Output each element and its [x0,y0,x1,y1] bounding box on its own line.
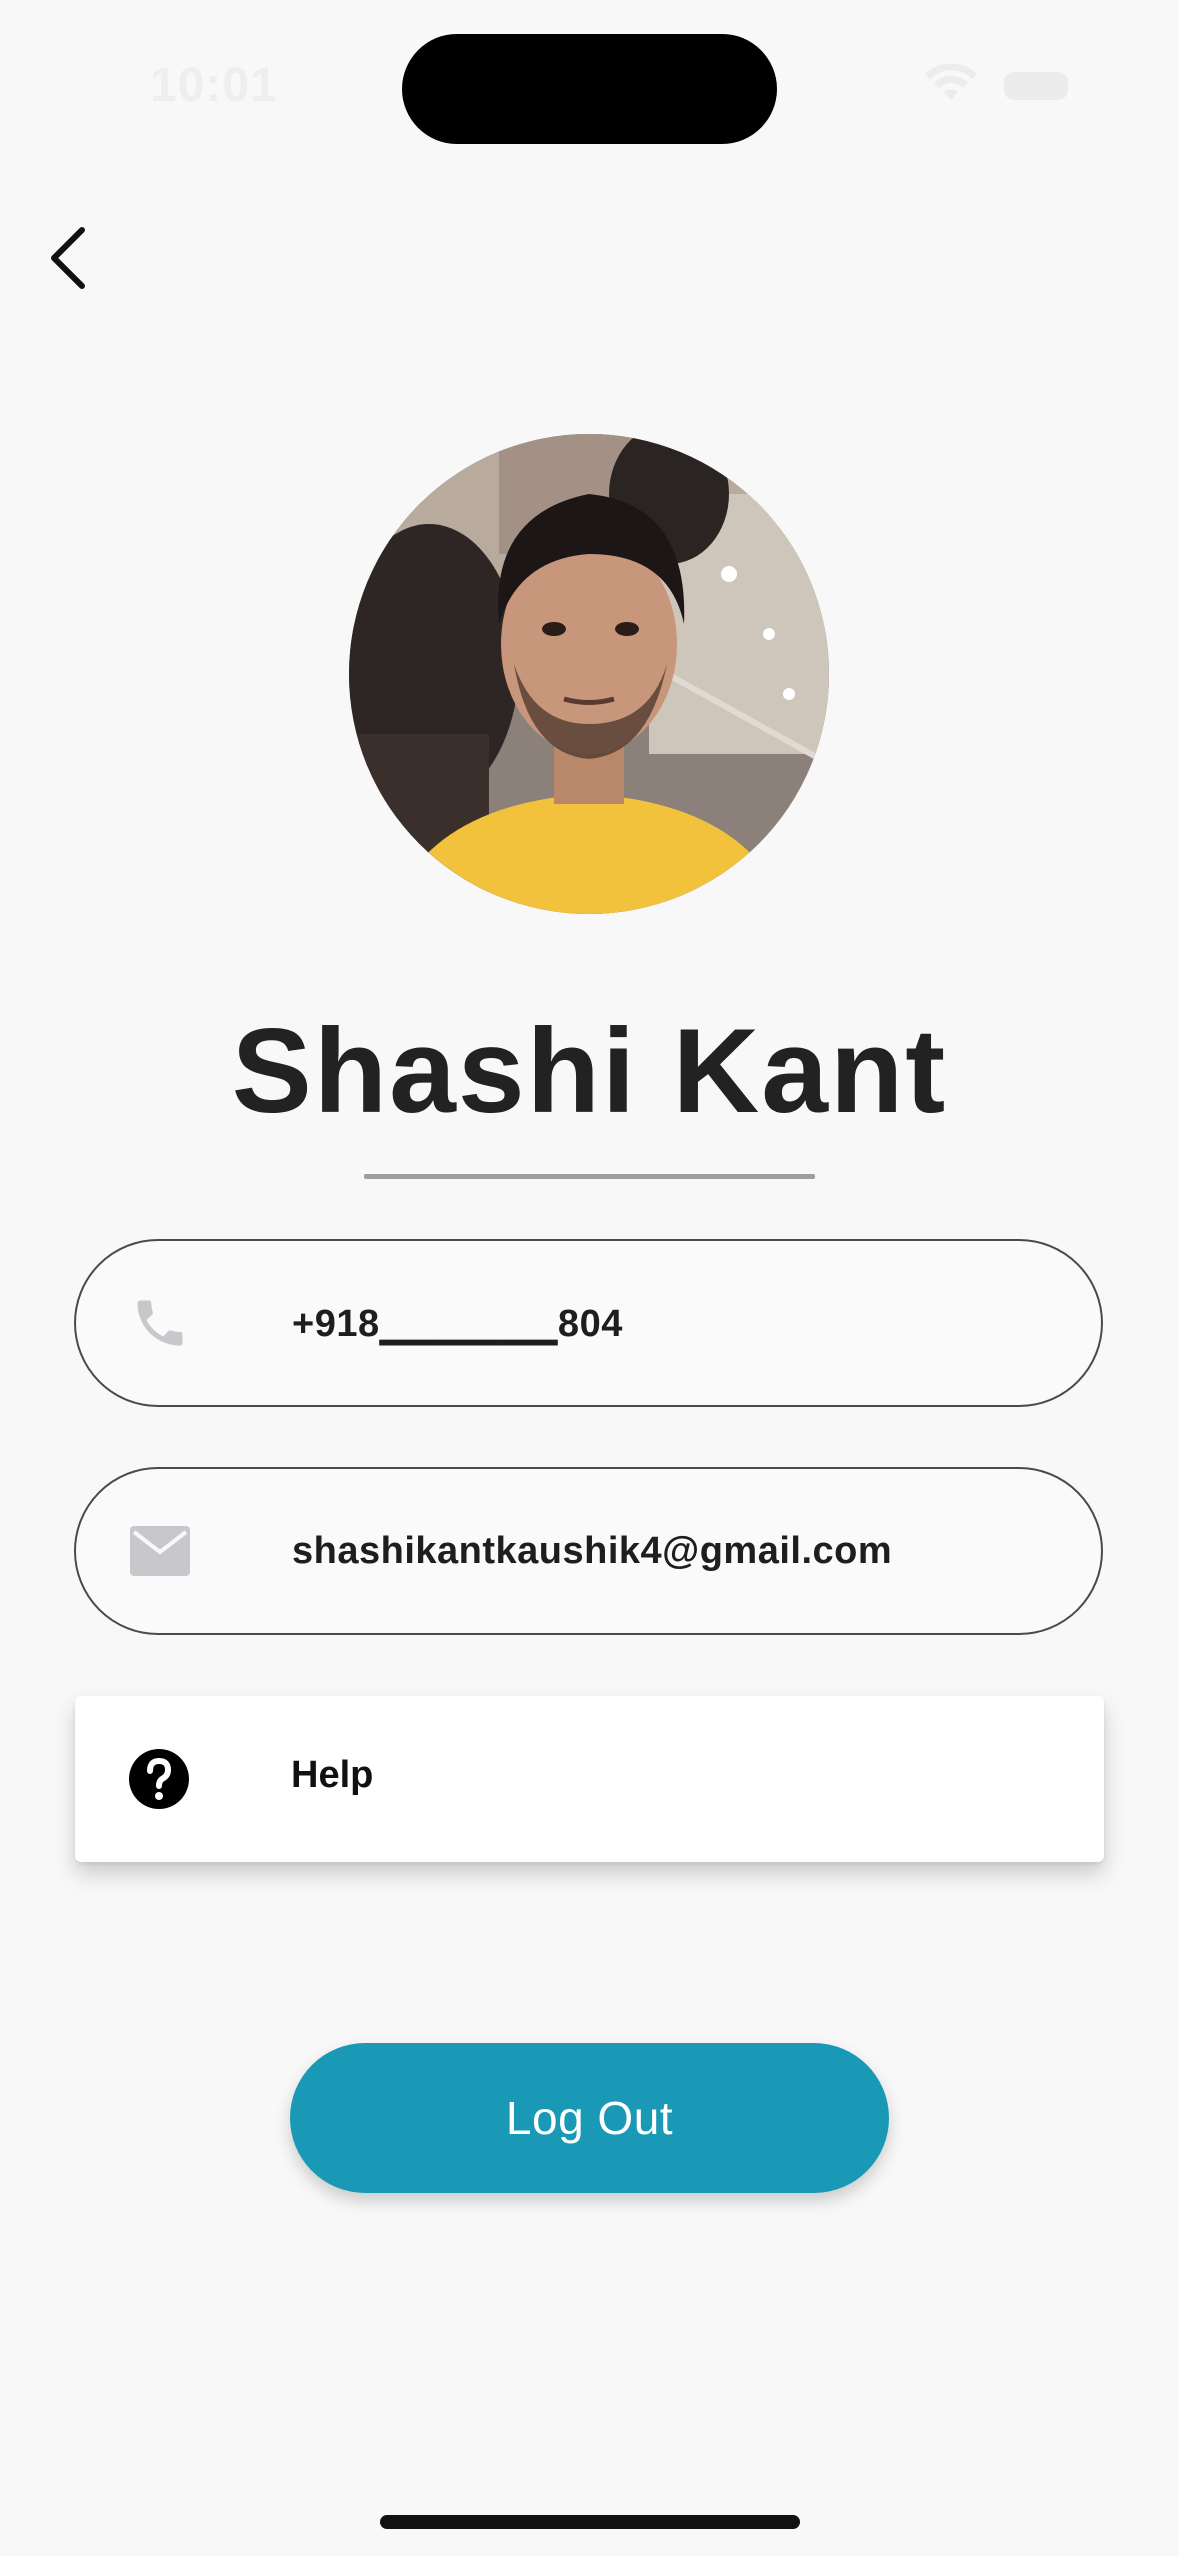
back-button[interactable] [32,220,104,300]
status-time: 10:01 [150,59,278,112]
name-divider [364,1174,815,1179]
email-field[interactable]: shashikantkaushik4@gmail.com [74,1467,1103,1635]
help-label: Help [291,1754,374,1796]
logout-button[interactable]: Log Out [290,2043,889,2193]
mail-icon [128,1519,192,1583]
phone-field[interactable]: +918▁▁▁▁▁▁804 [74,1239,1103,1407]
avatar[interactable] [349,434,829,914]
chevron-left-icon [48,226,88,295]
battery-icon [1004,72,1068,100]
home-indicator[interactable] [380,2515,800,2529]
phone-value: +918▁▁▁▁▁▁804 [292,1302,623,1345]
email-value: shashikantkaushik4@gmail.com [292,1529,893,1572]
wifi-icon [924,63,978,104]
dynamic-island [402,34,777,144]
help-circle-icon [127,1747,191,1811]
profile-photo [349,434,829,914]
help-button[interactable]: Help [75,1696,1104,1862]
profile-name: Shashi Kant [231,1004,948,1138]
phone-icon [128,1291,192,1355]
profile-screen: 10:01 Shashi Kant +918▁▁▁▁▁▁804 shashika… [0,0,1179,2556]
